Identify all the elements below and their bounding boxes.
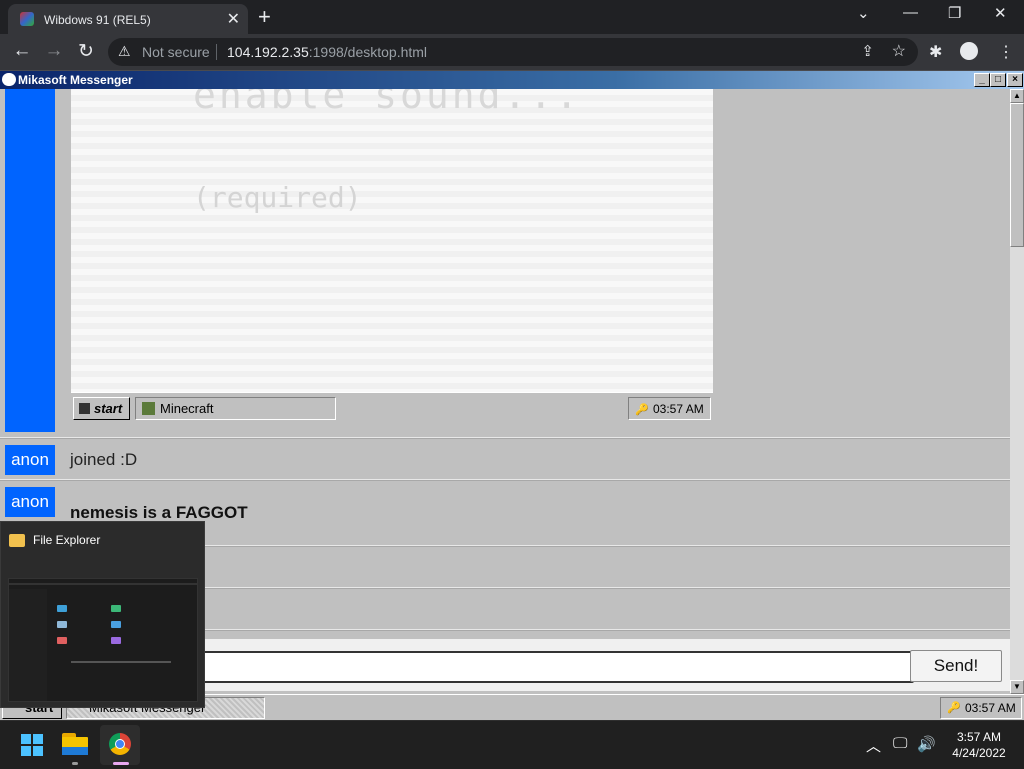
bookmark-star-icon[interactable]: ☆ [892, 41, 906, 61]
message-text: nemesis is a FAGGOT [70, 503, 248, 522]
address-bar[interactable]: ⚠ Not secure 104.192.2.35:1998/desktop.h… [108, 38, 918, 66]
tab-title: Wibdows 91 (REL5) [44, 13, 151, 27]
url-text[interactable]: 104.192.2.35:1998/desktop.html [227, 44, 427, 60]
volume-icon[interactable]: 🔊 [917, 735, 936, 753]
start-label: start [94, 401, 123, 416]
browser-tab-strip: Wibdows 91 (REL5) ✕ + ⌄ — ❐ ✕ [0, 0, 1024, 34]
minecraft-icon [142, 402, 155, 415]
preview-title: File Explorer [33, 533, 101, 547]
minimize-icon[interactable]: — [903, 4, 918, 21]
close-tab-icon[interactable]: ✕ [227, 9, 240, 29]
minimize-button[interactable]: _ [974, 73, 990, 87]
message-divider [0, 479, 1010, 481]
folder-icon [111, 621, 121, 628]
key-icon: 🔑 [635, 404, 649, 416]
folder-icon [111, 637, 121, 644]
tab-search-icon[interactable]: ⌄ [857, 4, 870, 22]
active-indicator [113, 762, 129, 765]
windows-start-icon[interactable] [21, 734, 43, 756]
clock-date: 4/24/2022 [952, 746, 1006, 760]
back-icon[interactable]: ← [10, 40, 34, 62]
browser-tab[interactable]: Wibdows 91 (REL5) ✕ [8, 4, 248, 34]
windows-taskbar: ︿ 🖵 🔊 3:57 AM 4/24/2022 [0, 720, 1024, 769]
explorer-thumbnail[interactable] [8, 578, 198, 702]
screenshot-taskbar: start Minecraft 🔑 03:57 AM [71, 392, 713, 424]
chevron-up-icon[interactable]: ︿ [866, 735, 881, 756]
window-title: Mikasoft Messenger [18, 73, 133, 87]
username-badge: anon [5, 445, 55, 475]
username-badge: anon [5, 487, 55, 517]
folder-icon [57, 637, 67, 644]
running-indicator [72, 762, 78, 765]
wibdows-logo-icon [79, 403, 90, 414]
reload-icon[interactable]: ↻ [74, 40, 98, 63]
screenshot-minecraft-task: Minecraft [135, 397, 336, 420]
extensions-puzzle-icon[interactable]: ✱ [929, 42, 942, 62]
scroll-up-icon[interactable]: ▲ [1010, 89, 1024, 103]
profile-avatar-icon[interactable] [960, 42, 978, 60]
message-text: joined :D [70, 450, 138, 469]
chat-scrollbar[interactable]: ▲ ▼ [1010, 89, 1024, 694]
forward-icon[interactable]: → [42, 40, 66, 62]
folder-icon [57, 605, 67, 612]
system-clock[interactable]: 3:57 AM 4/24/2022 [944, 729, 1014, 761]
task-label: Minecraft [160, 401, 214, 416]
file-explorer-icon[interactable] [62, 733, 88, 755]
network-icon[interactable]: 🖵 [893, 735, 907, 752]
warning-icon[interactable]: ⚠ [118, 43, 131, 60]
user-badge [5, 89, 55, 432]
restore-icon[interactable]: ❐ [948, 4, 961, 22]
folder-icon [111, 605, 121, 612]
screenshot-clock: 🔑 03:57 AM [628, 397, 711, 420]
scroll-down-icon[interactable]: ▼ [1010, 680, 1024, 694]
messenger-titlebar[interactable]: Mikasoft Messenger _ □ × [0, 71, 1024, 89]
file-explorer-preview[interactable]: File Explorer [0, 521, 205, 708]
wibdows-clock: 🔑 03:57 AM [940, 697, 1022, 719]
scroll-thumb[interactable] [1010, 103, 1024, 247]
security-label[interactable]: Not secure [142, 44, 210, 60]
send-button[interactable]: Send! [910, 650, 1002, 682]
key-icon: 🔑 [947, 702, 961, 714]
required-text: (required) [193, 181, 362, 214]
divider [216, 44, 217, 60]
thumbnail-sidebar [9, 589, 47, 701]
message-divider [0, 437, 1010, 439]
url-path: :1998/desktop.html [308, 44, 428, 60]
message-input[interactable] [200, 651, 914, 683]
url-host: 104.192.2.35 [227, 44, 309, 60]
folder-icon [57, 621, 67, 628]
clock-time: 3:57 AM [956, 730, 1002, 744]
folder-icon [9, 534, 25, 547]
close-window-icon[interactable]: ✕ [994, 4, 1007, 22]
shared-screenshot: enable sound... (required) [71, 89, 713, 421]
chrome-icon[interactable] [109, 733, 131, 755]
clock-text: 03:57 AM [965, 701, 1016, 715]
messenger-icon [2, 73, 16, 86]
thumbnail-line [71, 661, 171, 663]
menu-kebab-icon[interactable]: ⋮ [998, 42, 1014, 62]
enable-sound-text: enable sound... [193, 89, 582, 117]
screenshot-start-button: start [73, 397, 130, 420]
maximize-button[interactable]: □ [990, 73, 1006, 87]
browser-toolbar: ← → ↻ ⚠ Not secure 104.192.2.35:1998/des… [0, 34, 1024, 71]
wibdows-favicon-icon [20, 12, 34, 26]
close-button[interactable]: × [1007, 73, 1023, 87]
thumbnail-toolbar [9, 583, 197, 585]
new-tab-icon[interactable]: + [258, 4, 271, 30]
share-icon[interactable]: ⇪ [861, 42, 874, 60]
clock-text: 03:57 AM [653, 402, 704, 416]
